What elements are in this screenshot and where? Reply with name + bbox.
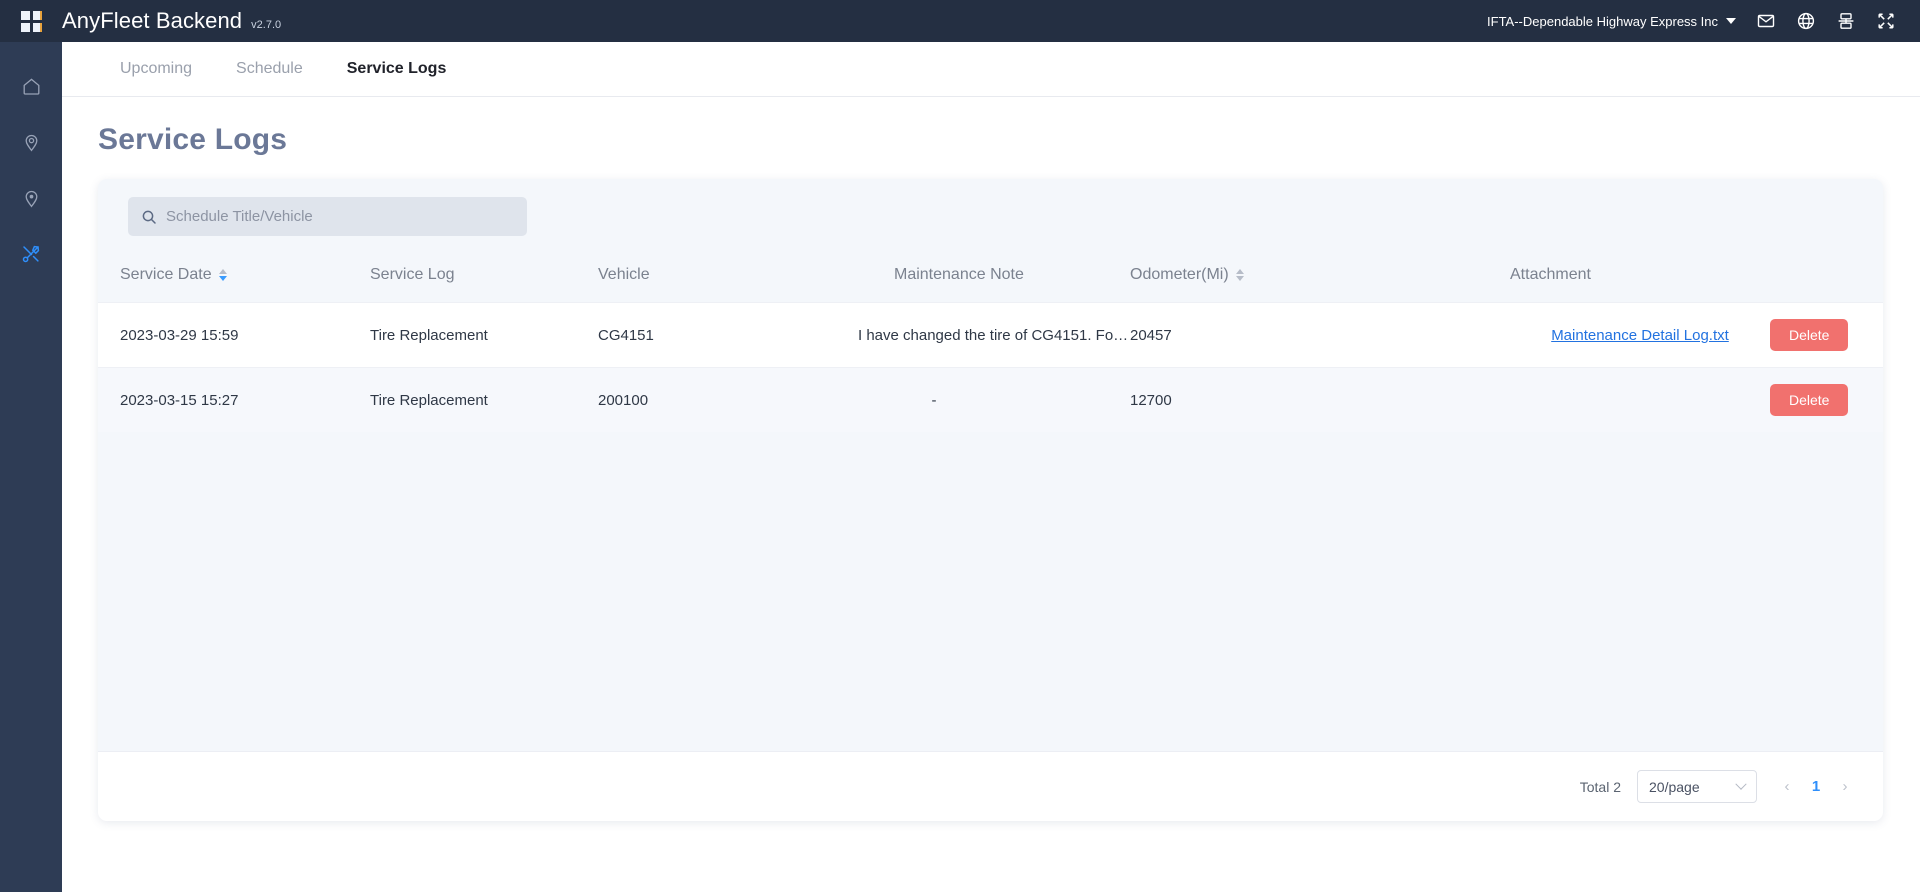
column-label: Attachment bbox=[1510, 266, 1591, 284]
cell-service-date: 2023-03-15 15:27 bbox=[98, 368, 370, 433]
tab-service-logs[interactable]: Service Logs bbox=[325, 42, 469, 96]
column-label: Service Log bbox=[370, 266, 455, 284]
table-row[interactable]: 2023-03-15 15:27 Tire Replacement 200100… bbox=[98, 368, 1883, 433]
page-size-select[interactable]: 20/page bbox=[1637, 770, 1757, 803]
cell-actions: Delete bbox=[1770, 303, 1883, 368]
page-size-value: 20/page bbox=[1649, 779, 1700, 795]
home-icon bbox=[21, 76, 42, 97]
sidebar bbox=[0, 42, 62, 892]
top-bar: AnyFleet Backend v2.7.0 IFTA--Dependable… bbox=[0, 0, 1920, 42]
total-count: Total 2 bbox=[1580, 779, 1621, 795]
cell-actions: Delete bbox=[1770, 368, 1883, 433]
server-icon[interactable] bbox=[1826, 0, 1866, 42]
sort-icon-odometer[interactable] bbox=[1236, 269, 1244, 281]
globe-icon[interactable] bbox=[1786, 0, 1826, 42]
column-vehicle: Vehicle bbox=[598, 258, 858, 303]
chevron-down-icon bbox=[1735, 778, 1746, 789]
column-label: Service Date bbox=[120, 266, 212, 284]
delete-button[interactable]: Delete bbox=[1770, 319, 1848, 351]
attachment-link[interactable]: Maintenance Detail Log.txt bbox=[1551, 327, 1729, 344]
column-maintenance-note: Maintenance Note bbox=[858, 258, 1130, 303]
cell-service-log: Tire Replacement bbox=[370, 368, 598, 433]
mail-icon[interactable] bbox=[1746, 0, 1786, 42]
cell-service-date: 2023-03-29 15:59 bbox=[98, 303, 370, 368]
cell-odometer: 12700 bbox=[1130, 368, 1510, 433]
app-logo[interactable] bbox=[0, 11, 62, 32]
cell-attachment bbox=[1510, 368, 1770, 433]
tab-schedule[interactable]: Schedule bbox=[214, 42, 325, 96]
table-row[interactable]: 2023-03-29 15:59 Tire Replacement CG4151… bbox=[98, 303, 1883, 368]
cell-odometer: 20457 bbox=[1130, 303, 1510, 368]
cell-attachment: Maintenance Detail Log.txt bbox=[1510, 303, 1770, 368]
location-pin-icon bbox=[21, 132, 42, 153]
tab-upcoming[interactable]: Upcoming bbox=[98, 42, 214, 96]
app-title: AnyFleet Backend bbox=[62, 8, 242, 34]
sidebar-item-maintenance[interactable] bbox=[0, 226, 62, 282]
table-body: 2023-03-29 15:59 Tire Replacement CG4151… bbox=[98, 303, 1883, 433]
search-box[interactable] bbox=[128, 197, 527, 236]
service-logs-table: Service Date Service Log Vehi bbox=[98, 258, 1883, 432]
organization-selector[interactable]: IFTA--Dependable Highway Express Inc bbox=[1477, 14, 1746, 29]
search-input[interactable] bbox=[166, 208, 514, 225]
prev-page-button[interactable]: ‹ bbox=[1779, 778, 1795, 795]
service-logs-card: Service Date Service Log Vehi bbox=[98, 179, 1883, 821]
organization-name: IFTA--Dependable Highway Express Inc bbox=[1487, 14, 1718, 29]
column-attachment: Attachment bbox=[1510, 258, 1770, 303]
sidebar-item-location[interactable] bbox=[0, 114, 62, 170]
tools-icon bbox=[20, 243, 42, 265]
search-icon bbox=[141, 209, 157, 225]
app-version: v2.7.0 bbox=[251, 19, 281, 31]
cell-maintenance-note: I have changed the tire of CG4151. For d… bbox=[858, 303, 1130, 368]
pager: ‹ 1 › bbox=[1773, 778, 1853, 795]
card-toolbar bbox=[98, 179, 1883, 236]
column-label: Maintenance Note bbox=[894, 266, 1024, 284]
column-odometer[interactable]: Odometer(Mi) bbox=[1130, 258, 1510, 303]
top-bar-right: IFTA--Dependable Highway Express Inc bbox=[1477, 0, 1920, 42]
location-pin-dot-icon bbox=[21, 188, 42, 209]
sidebar-item-location-tracking[interactable] bbox=[0, 170, 62, 226]
grid-logo-icon bbox=[21, 11, 42, 32]
sidebar-item-home[interactable] bbox=[0, 58, 62, 114]
table-header: Service Date Service Log Vehi bbox=[98, 258, 1883, 303]
page-title: Service Logs bbox=[98, 123, 1920, 157]
page-number-1[interactable]: 1 bbox=[1809, 778, 1823, 795]
cell-service-log: Tire Replacement bbox=[370, 303, 598, 368]
tab-bar: Upcoming Schedule Service Logs bbox=[62, 42, 1920, 97]
next-page-button[interactable]: › bbox=[1837, 778, 1853, 795]
column-service-date[interactable]: Service Date bbox=[98, 258, 370, 303]
cell-maintenance-note: - bbox=[858, 368, 1130, 433]
cell-vehicle: 200100 bbox=[598, 368, 858, 433]
delete-button[interactable]: Delete bbox=[1770, 384, 1848, 416]
main-content: Upcoming Schedule Service Logs Service L… bbox=[62, 42, 1920, 892]
column-service-log: Service Log bbox=[370, 258, 598, 303]
column-label: Odometer(Mi) bbox=[1130, 266, 1229, 284]
fullscreen-icon[interactable] bbox=[1866, 0, 1906, 42]
pagination-bar: Total 2 20/page ‹ 1 › bbox=[98, 751, 1883, 821]
cell-vehicle: CG4151 bbox=[598, 303, 858, 368]
column-actions bbox=[1770, 258, 1883, 303]
column-label: Vehicle bbox=[598, 266, 650, 284]
chevron-down-icon bbox=[1726, 18, 1736, 24]
sort-icon-service-date[interactable] bbox=[219, 269, 227, 281]
